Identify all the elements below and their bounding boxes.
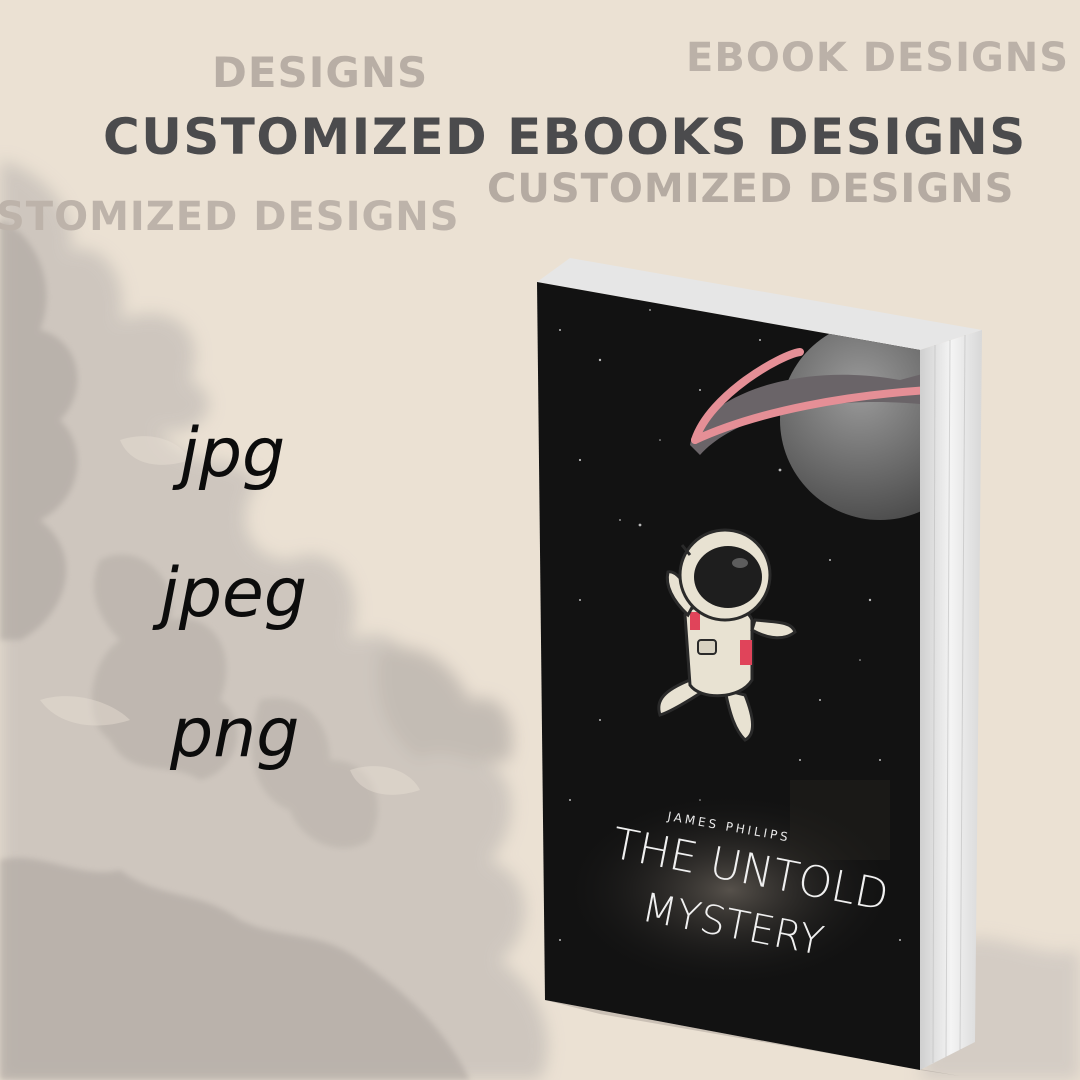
book-mockup: JAMES PHILIPS THE UNTOLD MYSTERY [537,258,982,1076]
book-pages-edge [920,330,982,1070]
ebook-mockup-canvas: DESIGNS EBOOK DESIGNS CUSTOMIZED EBOOKS … [0,0,1080,1080]
